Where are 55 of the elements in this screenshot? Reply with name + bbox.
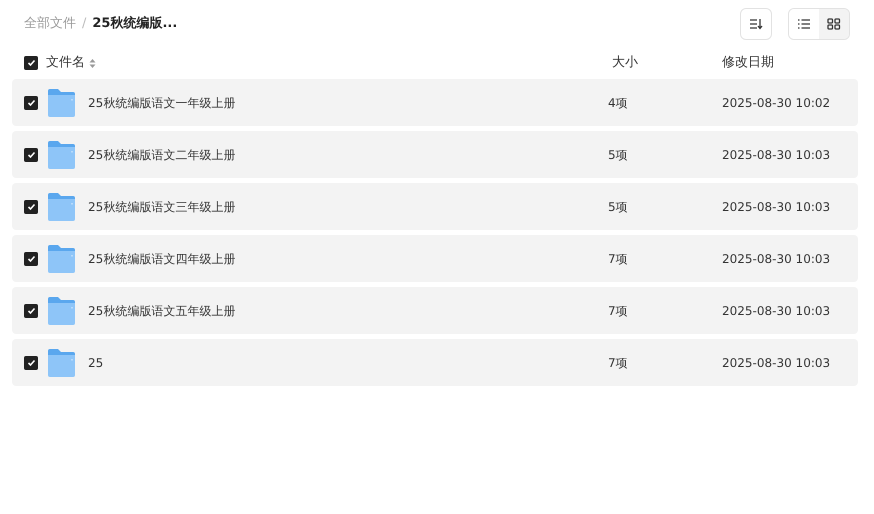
- date-text: 2025-08-30 10:03: [722, 304, 830, 318]
- checkbox[interactable]: [24, 252, 38, 266]
- check-icon: [26, 254, 36, 262]
- checkbox[interactable]: [24, 356, 38, 370]
- file-row[interactable]: 25秋统编版语文二年级上册 5项 2025-08-30 10:03: [12, 131, 858, 178]
- file-row[interactable]: 25秋统编版语文一年级上册 4项 2025-08-30 10:02: [12, 79, 858, 126]
- sort-icon[interactable]: [89, 58, 96, 68]
- checkbox[interactable]: [24, 200, 38, 214]
- folder-icon: [47, 244, 76, 272]
- file-row[interactable]: 25秋统编版语文四年级上册 7项 2025-08-30 10:03: [12, 235, 858, 282]
- file-name: 25秋统编版语文四年级上册: [88, 250, 236, 268]
- file-row[interactable]: 25秋统编版语文五年级上册 7项 2025-08-30 10:03: [12, 287, 858, 334]
- sort-button[interactable]: [740, 8, 772, 40]
- checkbox[interactable]: [24, 56, 38, 70]
- size-text: 5项: [608, 200, 628, 214]
- size-text: 7项: [608, 304, 628, 318]
- sort-icon: [749, 18, 763, 30]
- check-icon: [26, 150, 36, 158]
- size-text: 4项: [608, 96, 628, 110]
- column-header: 大小: [612, 55, 638, 70]
- size-text: 7项: [608, 356, 628, 370]
- list-view-button[interactable]: [789, 9, 819, 39]
- grid-icon: [827, 18, 841, 30]
- folder-icon: [47, 192, 76, 220]
- folder-icon: [47, 296, 76, 324]
- checkbox[interactable]: [24, 304, 38, 318]
- check-icon: [26, 358, 36, 366]
- file-name: 25秋统编版语文一年级上册: [88, 94, 236, 112]
- folder-icon: [47, 140, 76, 168]
- column-header: 修改日期: [722, 55, 774, 70]
- date-text: 2025-08-30 10:03: [722, 148, 830, 162]
- file-name: 25: [88, 354, 104, 372]
- date-text: 2025-08-30 10:03: [722, 200, 830, 214]
- file-row[interactable]: 25秋统编版语文三年级上册 5项 2025-08-30 10:03: [12, 183, 858, 230]
- breadcrumb-separator: /: [82, 15, 86, 34]
- breadcrumb-item: 25秋统编版...: [92, 14, 178, 34]
- file-row[interactable]: 25 7项 2025-08-30 10:03: [12, 339, 858, 386]
- checkbox[interactable]: [24, 96, 38, 110]
- list-icon: [797, 18, 811, 30]
- column-header[interactable]: 文件名: [46, 53, 85, 73]
- folder-icon: [47, 88, 76, 116]
- file-name: 25秋统编版语文三年级上册: [88, 198, 236, 216]
- check-icon: [26, 202, 36, 210]
- size-text: 7项: [608, 252, 628, 266]
- check-icon: [26, 98, 36, 106]
- check-icon: [26, 59, 36, 67]
- date-text: 2025-08-30 10:02: [722, 96, 830, 110]
- checkbox[interactable]: [24, 148, 38, 162]
- date-text: 2025-08-30 10:03: [722, 356, 830, 370]
- file-name: 25秋统编版语文五年级上册: [88, 302, 236, 320]
- folder-icon: [47, 348, 76, 376]
- date-text: 2025-08-30 10:03: [722, 252, 830, 266]
- file-name: 25秋统编版语文二年级上册: [88, 146, 236, 164]
- check-icon: [26, 306, 36, 314]
- size-text: 5项: [608, 148, 628, 162]
